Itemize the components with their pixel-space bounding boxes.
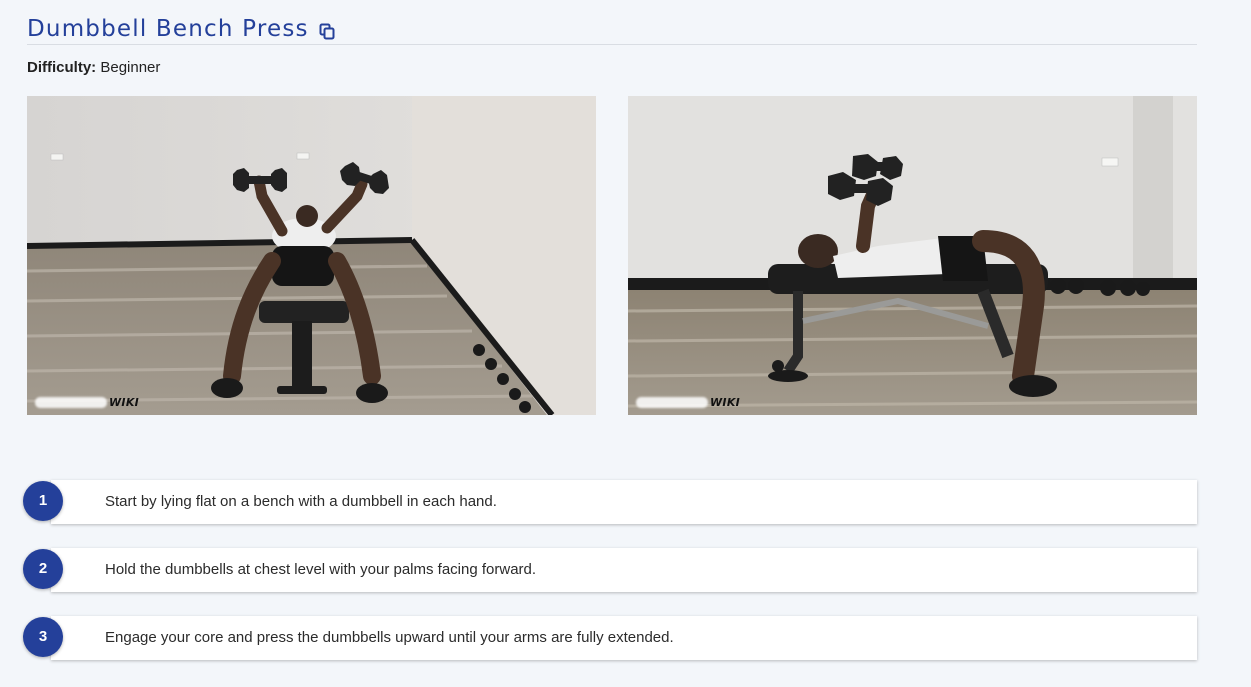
watermark-text: WIKI bbox=[710, 395, 741, 409]
step-text: Hold the dumbbells at chest level with y… bbox=[105, 561, 537, 578]
page-title: Dumbbell Bench Press bbox=[27, 16, 309, 42]
watermark-text: WIKI bbox=[109, 395, 140, 409]
watermark-blur bbox=[35, 396, 107, 408]
step-number-badge: 3 bbox=[23, 617, 63, 657]
front-view-photo: WIKI bbox=[27, 96, 596, 415]
step-text: Engage your core and press the dumbbells… bbox=[105, 629, 674, 646]
side-view-photo: WIKI bbox=[628, 96, 1197, 415]
step-item: Hold the dumbbells at chest level with y… bbox=[23, 548, 1197, 592]
watermark-blur bbox=[636, 396, 708, 408]
difficulty-row: Difficulty: Beginner bbox=[27, 58, 160, 78]
watermark: WIKI bbox=[35, 395, 139, 409]
step-card: Engage your core and press the dumbbells… bbox=[51, 616, 1197, 660]
step-item: Start by lying flat on a bench with a du… bbox=[23, 480, 1197, 524]
step-card: Start by lying flat on a bench with a du… bbox=[51, 480, 1197, 524]
difficulty-value: Beginner bbox=[100, 59, 161, 76]
page-header: Dumbbell Bench Press bbox=[27, 14, 1197, 45]
step-card: Hold the dumbbells at chest level with y… bbox=[51, 548, 1197, 592]
step-text: Start by lying flat on a bench with a du… bbox=[105, 493, 497, 510]
difficulty-label: Difficulty: bbox=[27, 59, 97, 76]
copy-icon[interactable] bbox=[319, 23, 335, 40]
watermark: WIKI bbox=[636, 395, 740, 409]
step-item: Engage your core and press the dumbbells… bbox=[23, 616, 1197, 660]
step-number-badge: 2 bbox=[23, 549, 63, 589]
step-number-badge: 1 bbox=[23, 481, 63, 521]
